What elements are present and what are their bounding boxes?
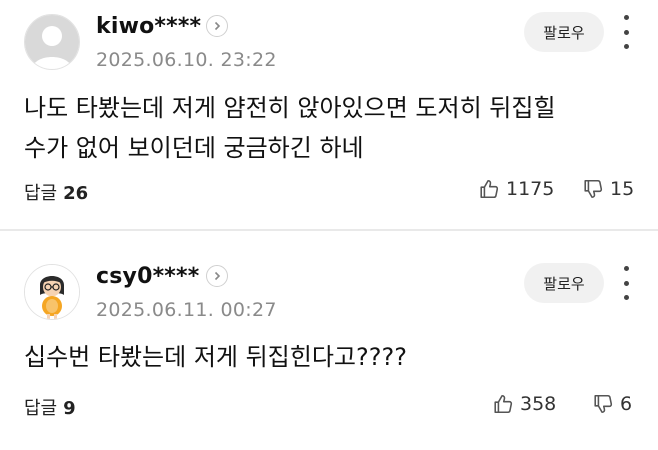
dislike-button[interactable]: 6 — [592, 393, 632, 415]
follow-button[interactable]: 팔로우 — [524, 12, 604, 52]
comment-date: 2025.06.11. 00:27 — [96, 299, 277, 321]
like-button[interactable]: 358 — [492, 393, 556, 415]
comment-text-line: 십수번 타봤는데 저게 뒤집힌다고???? — [24, 343, 407, 371]
reply-button[interactable]: 답글 26 — [24, 179, 88, 205]
chevron-right-icon[interactable] — [206, 15, 228, 37]
thumbs-down-icon — [594, 394, 613, 414]
like-count: 1175 — [506, 178, 555, 200]
username[interactable]: csy0**** — [96, 264, 199, 289]
default-avatar-icon — [25, 15, 79, 69]
dislike-count: 15 — [610, 178, 635, 200]
username[interactable]: kiwo**** — [96, 14, 201, 39]
character-avatar-icon — [25, 265, 79, 319]
avatar[interactable] — [24, 14, 80, 70]
more-vertical-icon[interactable] — [618, 266, 634, 300]
reply-button[interactable]: 답글 9 — [24, 394, 76, 420]
comment-text-line: 수가 없어 보이던데 궁금하긴 하네 — [24, 134, 364, 162]
reply-label: 답글 — [24, 183, 58, 204]
comment-item: csy0**** 2025.06.11. 00:27 팔로우 십수번 타봤는데 … — [0, 234, 658, 450]
more-vertical-icon[interactable] — [618, 15, 634, 49]
comment-divider — [0, 229, 658, 231]
reply-count: 26 — [63, 183, 89, 204]
thumbs-up-icon — [494, 394, 513, 414]
comment-text-line: 나도 타봤는데 저게 얌전히 앉아있으면 도저히 뒤집힐 — [24, 94, 556, 122]
comment-text: 나도 타봤는데 저게 얌전히 앉아있으면 도저히 뒤집힐 수가 없어 보이던데 … — [24, 88, 624, 168]
avatar[interactable] — [24, 264, 80, 320]
thumbs-up-icon — [480, 179, 499, 199]
like-count: 358 — [520, 393, 557, 415]
thumbs-down-icon — [584, 179, 603, 199]
comment-text: 십수번 타봤는데 저게 뒤집힌다고???? — [24, 337, 624, 377]
dislike-button[interactable]: 15 — [582, 178, 634, 200]
comment-date: 2025.06.10. 23:22 — [96, 49, 277, 71]
reply-label: 답글 — [24, 398, 58, 419]
chevron-right-icon[interactable] — [206, 265, 228, 287]
dislike-count: 6 — [620, 393, 633, 415]
like-button[interactable]: 1175 — [478, 178, 554, 200]
comment-item: kiwo**** 2025.06.10. 23:22 팔로우 나도 타봤는데 저… — [0, 0, 658, 228]
reply-count: 9 — [63, 398, 76, 419]
follow-button[interactable]: 팔로우 — [524, 263, 604, 303]
